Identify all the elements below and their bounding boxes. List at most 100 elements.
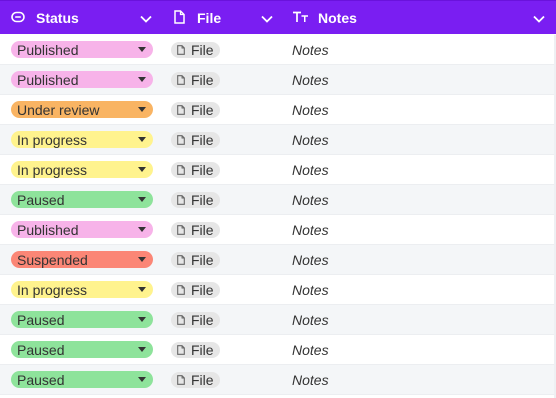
- table-row[interactable]: In progress File Notes: [0, 155, 556, 185]
- file-chip[interactable]: File: [171, 132, 220, 148]
- table-row[interactable]: Under review File Notes: [0, 95, 556, 125]
- notes-cell[interactable]: Notes: [292, 342, 329, 358]
- status-label: Suspended: [17, 251, 88, 268]
- document-icon: [177, 345, 185, 355]
- caret-down-icon[interactable]: [138, 77, 146, 82]
- single-select-icon: [11, 11, 25, 23]
- notes-cell[interactable]: Notes: [292, 372, 329, 388]
- document-icon: [177, 375, 185, 385]
- notes-cell[interactable]: Notes: [292, 162, 329, 178]
- status-select[interactable]: In progress: [11, 281, 153, 298]
- document-icon: [177, 45, 185, 55]
- table-row[interactable]: Paused File Notes: [0, 185, 556, 215]
- file-chip[interactable]: File: [171, 312, 220, 328]
- file-chip[interactable]: File: [171, 372, 220, 388]
- caret-down-icon[interactable]: [138, 287, 146, 292]
- table-row[interactable]: Suspended File Notes: [0, 245, 556, 275]
- file-label: File: [191, 42, 214, 58]
- file-icon: [174, 10, 185, 24]
- status-select[interactable]: Suspended: [11, 251, 153, 268]
- chevron-down-icon[interactable]: [532, 12, 546, 26]
- document-icon: [177, 225, 185, 235]
- document-icon: [177, 165, 185, 175]
- file-chip[interactable]: File: [171, 162, 220, 178]
- caret-down-icon[interactable]: [138, 197, 146, 202]
- status-label: Published: [17, 221, 79, 238]
- table-row[interactable]: In progress File Notes: [0, 125, 556, 155]
- table-row[interactable]: Published File Notes: [0, 65, 556, 95]
- document-icon: [177, 135, 185, 145]
- notes-cell[interactable]: Notes: [292, 312, 329, 328]
- status-label: Under review: [17, 101, 100, 118]
- document-icon: [177, 285, 185, 295]
- status-select[interactable]: Paused: [11, 341, 153, 358]
- document-icon: [177, 195, 185, 205]
- chevron-down-icon[interactable]: [139, 12, 153, 26]
- column-header-notes-label: Notes: [318, 10, 357, 26]
- file-label: File: [191, 102, 214, 118]
- notes-cell[interactable]: Notes: [292, 222, 329, 238]
- status-label: Paused: [17, 341, 65, 358]
- document-icon: [177, 315, 185, 325]
- caret-down-icon[interactable]: [138, 257, 146, 262]
- status-select[interactable]: Published: [11, 221, 153, 238]
- table-body: Published File Notes Published File Notes Unde…: [0, 35, 556, 395]
- file-chip[interactable]: File: [171, 222, 220, 238]
- file-label: File: [191, 162, 214, 178]
- caret-down-icon[interactable]: [138, 317, 146, 322]
- table-row[interactable]: Published File Notes: [0, 215, 556, 245]
- caret-down-icon[interactable]: [138, 227, 146, 232]
- notes-cell[interactable]: Notes: [292, 102, 329, 118]
- file-chip[interactable]: File: [171, 102, 220, 118]
- file-label: File: [191, 222, 214, 238]
- column-header-file-label: File: [197, 10, 222, 26]
- file-label: File: [191, 252, 214, 268]
- notes-cell[interactable]: Notes: [292, 192, 329, 208]
- status-label: Published: [17, 41, 79, 58]
- caret-down-icon[interactable]: [138, 107, 146, 112]
- file-chip[interactable]: File: [171, 72, 220, 88]
- notes-cell[interactable]: Notes: [292, 72, 329, 88]
- file-label: File: [191, 132, 214, 148]
- caret-down-icon[interactable]: [138, 167, 146, 172]
- file-chip[interactable]: File: [171, 42, 220, 58]
- notes-cell[interactable]: Notes: [292, 132, 329, 148]
- column-header-file[interactable]: File: [160, 1, 280, 35]
- status-select[interactable]: In progress: [11, 161, 153, 178]
- status-select[interactable]: Published: [11, 41, 153, 58]
- table-row[interactable]: Paused File Notes: [0, 365, 556, 395]
- chevron-down-icon[interactable]: [260, 12, 274, 26]
- caret-down-icon[interactable]: [138, 47, 146, 52]
- status-label: Paused: [17, 191, 65, 208]
- status-select[interactable]: Paused: [11, 191, 153, 208]
- file-chip[interactable]: File: [171, 282, 220, 298]
- status-select[interactable]: In progress: [11, 131, 153, 148]
- notes-cell[interactable]: Notes: [292, 252, 329, 268]
- status-select[interactable]: Published: [11, 71, 153, 88]
- status-select[interactable]: Paused: [11, 371, 153, 388]
- column-header-status[interactable]: Status: [0, 1, 160, 35]
- file-chip[interactable]: File: [171, 342, 220, 358]
- caret-down-icon[interactable]: [138, 377, 146, 382]
- status-label: In progress: [17, 161, 88, 178]
- status-select[interactable]: Paused: [11, 311, 153, 328]
- table-row[interactable]: Paused File Notes: [0, 305, 556, 335]
- status-label: In progress: [17, 131, 88, 148]
- status-select[interactable]: Under review: [11, 101, 153, 118]
- file-label: File: [191, 282, 214, 298]
- notes-cell[interactable]: Notes: [292, 42, 329, 58]
- caret-down-icon[interactable]: [138, 347, 146, 352]
- caret-down-icon[interactable]: [138, 137, 146, 142]
- file-label: File: [191, 192, 214, 208]
- notes-cell[interactable]: Notes: [292, 282, 329, 298]
- file-chip[interactable]: File: [171, 192, 220, 208]
- column-header-status-label: Status: [36, 10, 79, 26]
- file-label: File: [191, 312, 214, 328]
- table-row[interactable]: Published File Notes: [0, 35, 556, 65]
- table-row[interactable]: In progress File Notes: [0, 275, 556, 305]
- table-row[interactable]: Paused File Notes: [0, 335, 556, 365]
- table-header: Status File Notes: [0, 0, 556, 34]
- document-icon: [177, 255, 185, 265]
- file-chip[interactable]: File: [171, 252, 220, 268]
- column-header-notes[interactable]: Notes: [280, 1, 556, 35]
